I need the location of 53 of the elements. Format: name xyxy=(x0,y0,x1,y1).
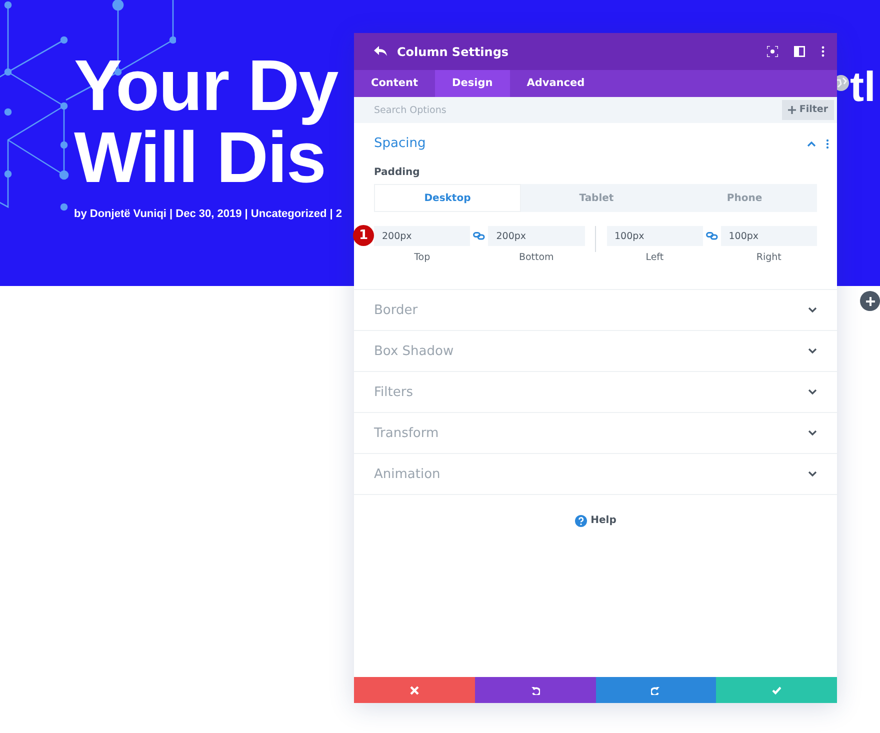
undo-icon xyxy=(530,686,540,694)
section-header[interactable]: Transform xyxy=(354,413,837,454)
field-label: Bottom xyxy=(518,251,554,265)
plus-icon xyxy=(866,296,874,306)
more-icon[interactable] xyxy=(826,139,829,149)
step-badge: 1 xyxy=(353,225,374,246)
expand-chevron-icon[interactable] xyxy=(808,348,817,354)
section-header[interactable]: Border xyxy=(354,290,837,330)
redo-icon xyxy=(651,686,660,694)
collapse-icon[interactable] xyxy=(807,141,816,147)
expand-chevron-icon[interactable] xyxy=(808,389,817,396)
section-title: Filters xyxy=(374,384,414,402)
section-title: Border xyxy=(374,302,419,320)
device-tab[interactable]: Desktop xyxy=(374,184,521,212)
section-header[interactable]: Spacing xyxy=(354,123,837,165)
field-label: Left xyxy=(646,251,664,265)
filter-button[interactable]: Filter xyxy=(782,100,834,120)
check-icon xyxy=(772,686,782,694)
section-header[interactable]: Filters xyxy=(354,372,837,412)
plus-icon xyxy=(788,106,796,114)
add-button[interactable] xyxy=(860,291,880,311)
link-icon[interactable] xyxy=(706,232,718,240)
expand-chevron-icon[interactable] xyxy=(808,307,817,314)
tab[interactable]: Content xyxy=(354,70,436,97)
tab[interactable]: Advanced xyxy=(510,70,602,97)
section-header[interactable]: Box Shadow xyxy=(354,331,837,372)
padding-field[interactable]: 200px xyxy=(374,226,470,246)
expand-chevron-icon[interactable] xyxy=(808,430,817,436)
link-icon[interactable] xyxy=(473,232,486,240)
post-meta: by Donjetë Vuniqi | Dec 30, 2019 | Uncategorized | 2 xyxy=(74,207,342,222)
close-icon xyxy=(410,686,419,694)
section-title: Animation xyxy=(374,466,442,484)
help-icon xyxy=(574,514,587,527)
back-button[interactable] xyxy=(374,46,387,57)
more-icon[interactable] xyxy=(821,46,825,57)
padding-field[interactable]: 100px xyxy=(720,226,817,246)
layout-icon[interactable] xyxy=(794,46,805,57)
hero-title: tl xyxy=(850,62,876,112)
expand-icon[interactable] xyxy=(767,46,778,57)
section-title: Transform xyxy=(374,424,440,442)
field-label: Padding xyxy=(373,166,421,180)
padding-field[interactable]: 200px xyxy=(488,226,584,246)
section-header[interactable]: Animation xyxy=(354,454,837,494)
field-label: Right xyxy=(756,251,782,265)
section-title: Box Shadow xyxy=(374,342,455,360)
panel-title: Column Settings xyxy=(397,44,509,60)
tab[interactable]: Design xyxy=(435,70,510,97)
hero-title: Your Dy Will Dis xyxy=(74,50,338,194)
field-label: Top xyxy=(414,251,430,265)
section-title: Spacing xyxy=(374,135,427,154)
help-link[interactable]: Help xyxy=(574,513,616,528)
expand-chevron-icon[interactable] xyxy=(808,471,817,478)
padding-field[interactable]: 100px xyxy=(606,226,703,246)
